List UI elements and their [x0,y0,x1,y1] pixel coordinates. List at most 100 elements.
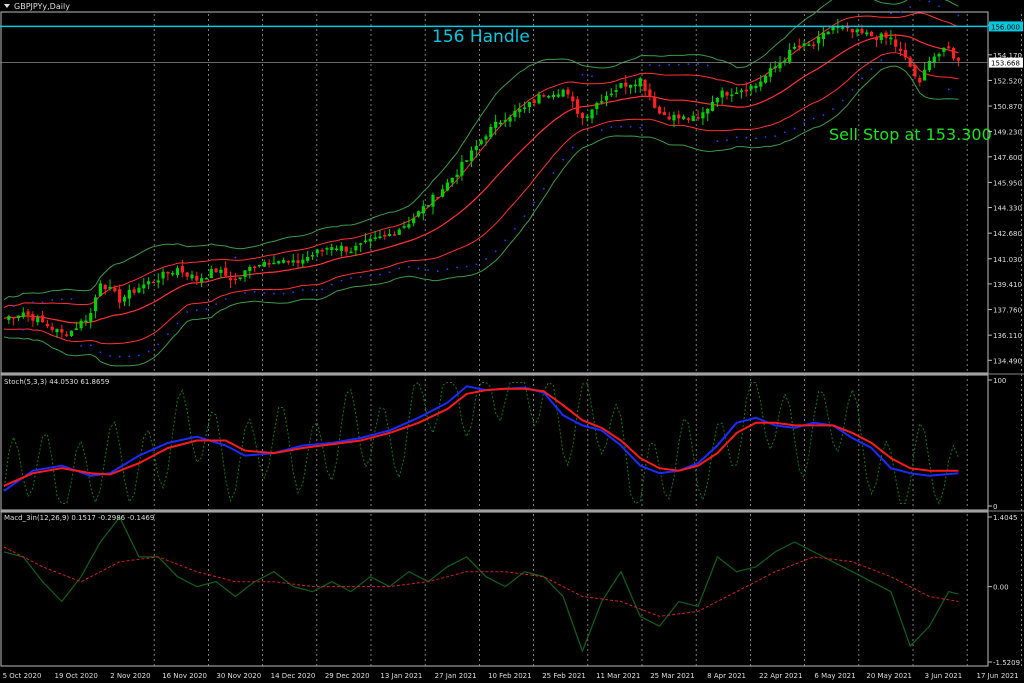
candle-body [600,101,604,103]
candle-body [253,266,257,269]
candle-body [590,109,594,119]
candle-body [55,328,59,333]
sar-dot [321,288,324,291]
candle-body [402,226,406,228]
candle-body [118,289,122,303]
date-tick-label: 27 Jan 2021 [435,672,477,680]
candle-body [262,261,266,267]
sar-dot [620,125,622,128]
candle-body [248,266,252,272]
candle-body [701,112,705,119]
price-tick-label: 144.330 [993,205,1022,213]
candle-body [672,114,676,121]
candle-body [74,328,78,330]
candle-body [522,107,527,109]
candle-body [228,278,233,281]
sar-dot [398,267,401,270]
sar-dot [205,308,208,310]
candle-body [619,83,623,88]
candle-body [691,115,695,122]
sar-dot [687,63,690,66]
sar-dot [330,283,333,286]
candle-body [98,283,102,296]
date-tick-label: 14 Dec 2020 [271,672,316,680]
sar-dot [195,309,198,312]
candle-body [518,109,522,112]
candle-body [677,114,681,119]
sar-dot [157,343,160,346]
candle-body [26,311,30,315]
candle-body [233,278,237,281]
candle-body [339,245,343,251]
candle-body [50,326,54,330]
sar-dot [350,277,352,279]
sar-dot [359,275,362,278]
price-tick-label: 137.760 [993,307,1022,315]
macd-title: Macd_3in(12,26,9) 0.1517 -0.2986 -0.1469 [4,514,154,522]
sar-dot [138,354,140,357]
sar-dot [832,108,834,110]
candle-body [450,177,454,183]
candle-body [903,49,907,58]
price-tick-label: 152.520 [993,77,1022,85]
sar-dot [292,291,295,294]
date-tick-label: 25 Feb 2021 [542,672,586,680]
sar-dot [89,344,92,347]
candle-body [65,334,69,336]
sar-dot [774,135,777,138]
candle-body [816,36,821,44]
candle-body [783,60,787,62]
date-tick-label: 2 Nov 2020 [110,672,150,680]
candle-body [696,117,700,119]
candle-body [224,267,228,276]
sar-dot [899,11,902,14]
sar-dot [889,12,892,15]
candle-body [821,32,825,39]
sar-dot [166,333,169,335]
date-tick-label: 30 Nov 2020 [216,672,261,680]
candle-body [947,46,951,49]
candle-body [36,317,40,323]
price-chart[interactable]: GBPJPYy,Daily 156 Handle Sell Stop at 15… [0,0,1024,683]
price-tick-label: 150.870 [993,103,1022,111]
candle-body [841,27,845,29]
candle-body [754,85,758,88]
stoch-tick-label: 100 [993,377,1006,385]
candle-body [918,77,922,83]
candle-body [759,81,763,87]
candle-body [942,47,946,52]
candle-body [436,197,440,199]
sar-dot [109,355,111,357]
sar-dot [909,6,912,8]
sar-dot [697,63,699,65]
sar-dot [861,77,863,80]
current-price-tag-label: 153.668 [991,60,1020,68]
candle-body [204,278,209,280]
date-tick-label: 6 May 2021 [814,672,855,680]
price-tick-label: 139.410 [993,281,1022,289]
candle-body [147,281,151,285]
candle-body [151,281,156,284]
candle-body [301,259,305,264]
candle-body [498,122,503,125]
sar-dot [793,127,796,130]
candle-body [171,272,175,275]
candle-body [281,260,286,263]
candle-body [556,94,560,97]
candle-body [359,243,363,245]
candle-body [865,32,869,35]
candle-body [629,84,633,88]
sar-dot [12,305,15,308]
candle-body [792,46,797,49]
sar-dot [610,126,613,129]
sar-dot [533,201,536,204]
date-tick-label: 5 Oct 2020 [3,672,42,680]
date-tick-label: 3 Jun 2021 [925,672,963,680]
candle-body [407,224,411,228]
candle-body [913,65,917,77]
sar-dot [755,137,757,140]
candle-body [850,28,854,33]
candle-body [60,329,64,333]
candle-body [195,275,199,281]
candle-body [296,260,300,263]
